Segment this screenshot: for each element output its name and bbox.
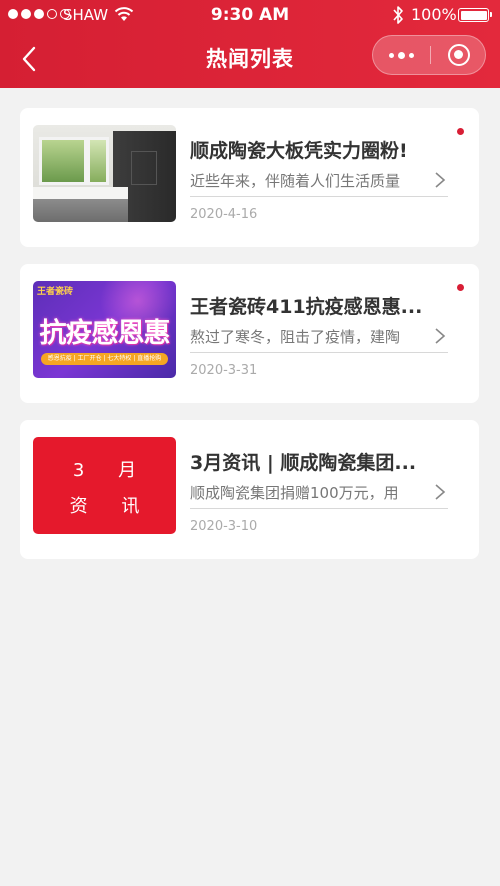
news-summary: 熬过了寒冬，阻击了疫情，建陶 [190, 328, 401, 346]
thumb-line-1: 3 月 [72, 460, 151, 481]
thumb-line-2: 资 讯 [69, 496, 154, 517]
divider [190, 508, 448, 509]
unread-dot [457, 284, 464, 291]
chevron-right-icon [435, 172, 446, 188]
news-summary: 近些年来，伴随着人们生活质量 [190, 172, 401, 190]
news-date: 2020-3-10 [190, 519, 258, 534]
news-title: 王者瓷砖411抗疫感恩惠... [190, 296, 423, 318]
battery-icon [458, 8, 492, 22]
nav-bar: 热闻列表 [0, 30, 500, 88]
bluetooth-icon [393, 6, 403, 24]
news-card[interactable]: 王者瓷砖 抗疫感恩惠 感恩抗疫 | 工厂开仓 | 七大特权 | 直播抢购 王者瓷… [20, 264, 479, 403]
news-title: 3月资讯 | 顺成陶瓷集团... [190, 452, 417, 474]
target-circle-icon [448, 44, 470, 66]
chevron-right-icon [435, 328, 446, 344]
news-title: 顺成陶瓷大板凭实力圈粉! [190, 140, 408, 162]
red-text-thumbnail: 3 月 资 讯 [33, 437, 176, 534]
news-date: 2020-4-16 [190, 207, 258, 222]
battery-percent: 100% [411, 5, 457, 24]
news-summary: 顺成陶瓷集团捐赠100万元，用 [190, 484, 399, 502]
more-dots-icon-center [398, 51, 405, 59]
more-button[interactable] [373, 36, 430, 74]
chevron-right-icon [435, 484, 446, 500]
divider [190, 196, 448, 197]
news-list: 顺成陶瓷大板凭实力圈粉! 近些年来，伴随着人们生活质量 2020-4-16 王者… [20, 108, 479, 576]
promo-tags: 感恩抗疫 | 工厂开仓 | 七大特权 | 直播抢购 [41, 353, 168, 365]
close-mini-program-button[interactable] [431, 36, 487, 74]
promo-brand: 王者瓷砖 [37, 287, 74, 297]
news-card[interactable]: 顺成陶瓷大板凭实力圈粉! 近些年来，伴随着人们生活质量 2020-4-16 [20, 108, 479, 247]
news-card[interactable]: 3 月 资 讯 3月资讯 | 顺成陶瓷集团... 顺成陶瓷集团捐赠100万元，用… [20, 420, 479, 559]
more-dots-icon [389, 52, 394, 58]
promo-thumbnail: 王者瓷砖 抗疫感恩惠 感恩抗疫 | 工厂开仓 | 七大特权 | 直播抢购 [33, 281, 176, 378]
promo-headline: 抗疫感恩惠 [39, 318, 171, 349]
divider [190, 352, 448, 353]
more-dots-icon-right [409, 52, 414, 58]
unread-dot [457, 128, 464, 135]
kitchen-thumbnail [33, 125, 176, 222]
news-date: 2020-3-31 [190, 363, 258, 378]
mini-program-capsule [372, 35, 486, 75]
status-bar: SHAW 9:30 AM 100% [0, 0, 500, 30]
app-header: SHAW 9:30 AM 100% 热闻列表 [0, 0, 500, 88]
